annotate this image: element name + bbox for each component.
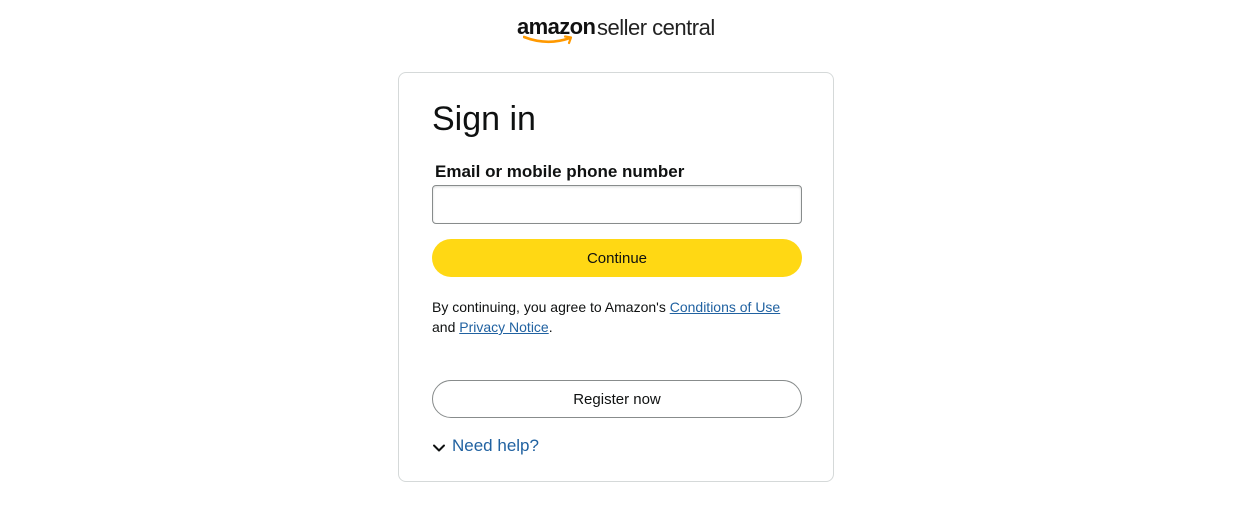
amazon-smile-icon	[523, 35, 573, 45]
amazon-seller-central-logo: amazon seller central	[517, 14, 717, 48]
register-now-button[interactable]: Register now	[432, 380, 802, 418]
email-field[interactable]	[432, 185, 802, 224]
legal-notice: By continuing, you agree to Amazon's Con…	[432, 297, 802, 337]
signin-card: Sign in Email or mobile phone number Con…	[398, 72, 834, 482]
email-field-label: Email or mobile phone number	[435, 162, 685, 181]
legal-prefix-text: By continuing, you agree to Amazon's	[432, 299, 670, 315]
need-help-toggle[interactable]: Need help?	[432, 434, 539, 458]
legal-mid-text: and	[432, 319, 460, 335]
legal-suffix-text: .	[548, 319, 553, 335]
need-help-link[interactable]: Need help?	[452, 436, 539, 456]
privacy-notice-link[interactable]: Privacy Notice	[459, 319, 548, 335]
continue-button[interactable]: Continue	[432, 239, 802, 277]
conditions-of-use-link[interactable]: Conditions of Use	[670, 299, 781, 315]
logo-seller-central-word: seller central	[597, 15, 715, 40]
chevron-down-icon	[433, 444, 445, 451]
page-title: Sign in	[432, 100, 536, 138]
